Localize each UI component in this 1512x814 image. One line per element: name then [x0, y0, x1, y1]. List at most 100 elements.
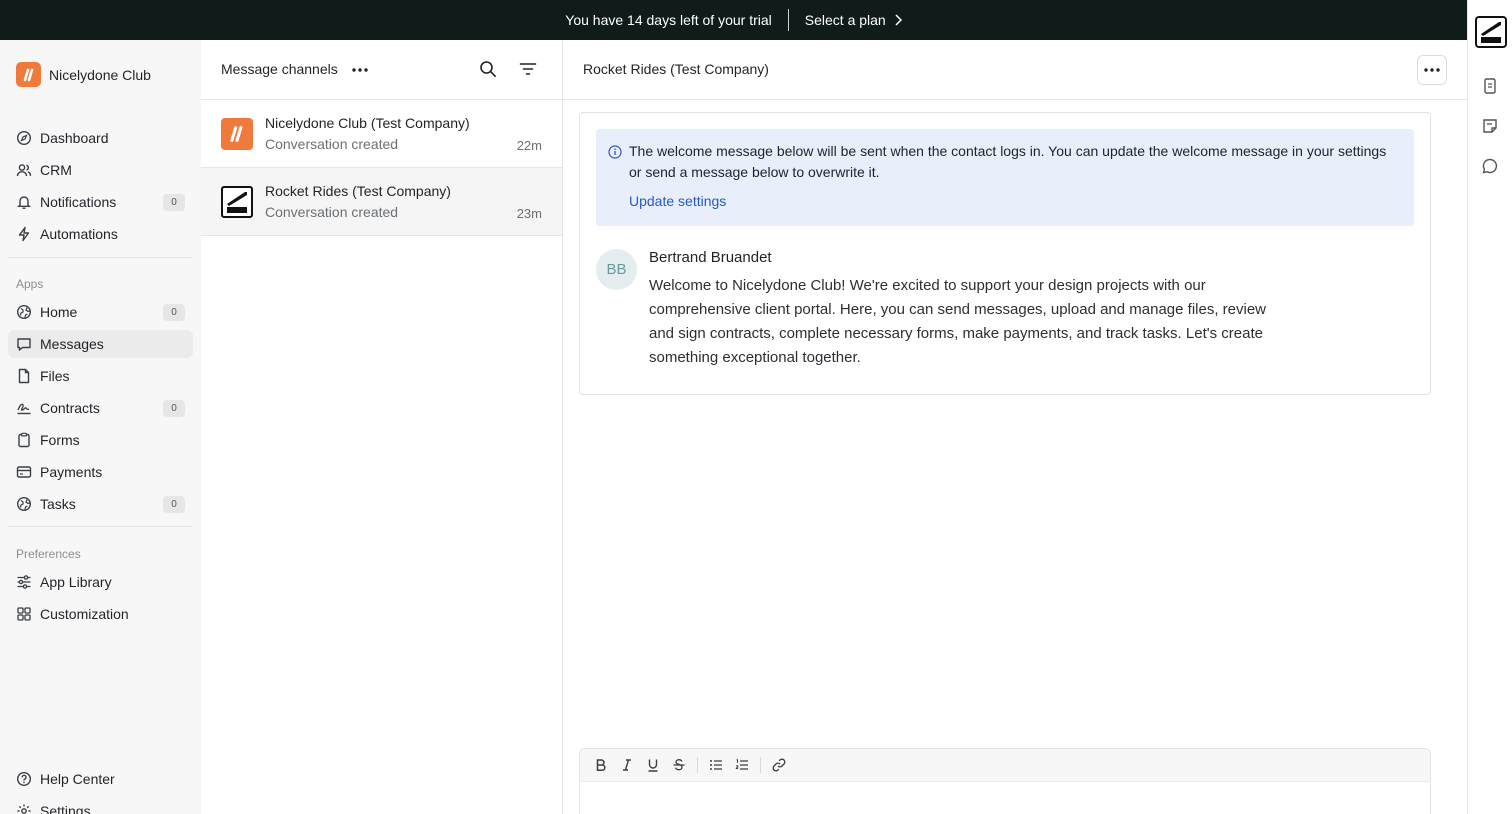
- conversation-options-button[interactable]: [1417, 55, 1447, 85]
- message-channels-panel: Message channels Nicelydone Club (Test C…: [201, 40, 563, 814]
- sidebar-item-dashboard[interactable]: Dashboard: [8, 124, 193, 152]
- chat-bubble-icon[interactable]: [1481, 157, 1499, 175]
- bold-icon[interactable]: [588, 752, 614, 778]
- org-name: Nicelydone Club: [49, 66, 151, 83]
- conversation-title: Rocket Rides (Test Company): [583, 61, 769, 77]
- lightning-icon: [16, 226, 32, 242]
- sidebar-item-home[interactable]: Home 0: [8, 298, 193, 326]
- sidebar-item-label: Dashboard: [40, 130, 109, 146]
- sidebar: Nicelydone Club Dashboard CRM Notificati…: [0, 40, 201, 814]
- sidebar-item-settings[interactable]: Settings: [8, 797, 193, 814]
- rocket-rides-logo-icon[interactable]: [1475, 16, 1507, 48]
- credit-card-icon: [16, 464, 32, 480]
- sidebar-item-messages[interactable]: Messages: [8, 330, 193, 358]
- sidebar-divider: [8, 526, 193, 527]
- sticky-note-icon[interactable]: [1481, 117, 1499, 135]
- sidebar-item-label: Help Center: [40, 771, 115, 787]
- message-body: Welcome to Nicelydone Club! We're excite…: [649, 277, 1267, 366]
- message-icon: [16, 336, 32, 352]
- apps-section-label: Apps: [16, 277, 44, 291]
- preferences-section-label: Preferences: [16, 547, 81, 561]
- info-icon: [608, 145, 622, 159]
- sidebar-item-label: Payments: [40, 464, 103, 480]
- globe-icon: [16, 304, 32, 320]
- channel-name: Nicelydone Club (Test Company): [265, 115, 470, 131]
- gear-icon: [16, 803, 32, 814]
- sidebar-item-label: Forms: [40, 432, 80, 448]
- message-author: Bertrand Bruandet: [649, 249, 772, 266]
- channel-time: 23m: [516, 206, 542, 221]
- channels-title: Message channels: [221, 61, 338, 77]
- channel-subtitle: Conversation created: [265, 136, 399, 152]
- more-horizontal-icon: [1423, 67, 1441, 73]
- sidebar-item-label: Customization: [40, 606, 129, 622]
- right-rail: [1467, 0, 1512, 814]
- sliders-icon: [16, 574, 32, 590]
- trial-text: You have 14 days left of your trial: [565, 12, 772, 28]
- channel-name: Rocket Rides (Test Company): [265, 183, 451, 199]
- conversation-panel: Rocket Rides (Test Company) The welcome …: [563, 40, 1467, 814]
- channel-subtitle: Conversation created: [265, 204, 399, 220]
- sidebar-item-help-center[interactable]: Help Center: [8, 765, 193, 793]
- channels-header: Message channels: [201, 40, 562, 100]
- update-settings-link[interactable]: Update settings: [629, 193, 726, 209]
- org-switcher[interactable]: Nicelydone Club: [16, 62, 151, 87]
- sidebar-item-label: Contracts: [40, 400, 100, 416]
- sidebar-item-label: Messages: [40, 336, 104, 352]
- search-icon[interactable]: [479, 60, 497, 78]
- banner-divider: [787, 9, 789, 31]
- sidebar-item-automations[interactable]: Automations: [8, 220, 193, 248]
- sidebar-item-label: Tasks: [40, 496, 76, 512]
- nicelydone-logo-icon: [221, 118, 253, 150]
- sidebar-item-label: Settings: [40, 803, 91, 814]
- sidebar-item-label: App Library: [40, 574, 112, 590]
- compass-icon: [16, 130, 32, 146]
- sidebar-item-label: Automations: [40, 226, 118, 242]
- sidebar-item-label: CRM: [40, 162, 72, 178]
- sidebar-item-notifications[interactable]: Notifications 0: [8, 188, 193, 216]
- bullet-list-icon[interactable]: [703, 752, 729, 778]
- sidebar-divider: [8, 257, 193, 258]
- toolbar-divider: [697, 757, 698, 773]
- sidebar-item-payments[interactable]: Payments: [8, 458, 193, 486]
- sidebar-item-label: Notifications: [40, 194, 117, 210]
- users-icon: [16, 162, 32, 178]
- help-icon: [16, 771, 32, 787]
- tasks-count-badge: 0: [163, 496, 185, 513]
- filter-icon[interactable]: [519, 60, 537, 78]
- trial-banner: You have 14 days left of your trial Sele…: [0, 0, 1467, 40]
- more-horizontal-icon[interactable]: [351, 62, 369, 78]
- toolbar-divider: [760, 757, 761, 773]
- welcome-notice: The welcome message below will be sent w…: [596, 129, 1414, 226]
- sidebar-item-label: Home: [40, 304, 78, 320]
- sidebar-item-label: Files: [40, 368, 70, 384]
- sidebar-item-contracts[interactable]: Contracts 0: [8, 394, 193, 422]
- sidebar-item-tasks[interactable]: Tasks 0: [8, 490, 193, 518]
- underline-icon[interactable]: [640, 752, 666, 778]
- signature-icon: [16, 400, 32, 416]
- formatting-toolbar: [580, 749, 1430, 782]
- avatar: BB: [596, 249, 637, 290]
- numbered-list-icon[interactable]: [729, 752, 755, 778]
- home-count-badge: 0: [163, 304, 185, 321]
- clipboard-icon: [16, 432, 32, 448]
- channel-item[interactable]: Rocket Rides (Test Company) Conversation…: [201, 168, 562, 236]
- sidebar-item-files[interactable]: Files: [8, 362, 193, 390]
- welcome-message-card: The welcome message below will be sent w…: [579, 112, 1431, 395]
- bell-icon: [16, 194, 32, 210]
- document-icon[interactable]: [1481, 77, 1499, 95]
- sidebar-item-app-library[interactable]: App Library: [8, 568, 193, 596]
- rocket-rides-logo-icon: [221, 186, 253, 218]
- select-plan-label: Select a plan: [804, 12, 886, 28]
- sidebar-item-crm[interactable]: CRM: [8, 156, 193, 184]
- italic-icon[interactable]: [614, 752, 640, 778]
- file-icon: [16, 368, 32, 384]
- channel-time: 22m: [516, 138, 542, 153]
- sidebar-item-customization[interactable]: Customization: [8, 600, 193, 628]
- link-icon[interactable]: [766, 752, 792, 778]
- sidebar-item-forms[interactable]: Forms: [8, 426, 193, 454]
- strikethrough-icon[interactable]: [666, 752, 692, 778]
- org-logo-icon: [16, 62, 41, 87]
- select-plan-link[interactable]: Select a plan: [805, 12, 902, 28]
- channel-item[interactable]: Nicelydone Club (Test Company) Conversat…: [201, 100, 562, 168]
